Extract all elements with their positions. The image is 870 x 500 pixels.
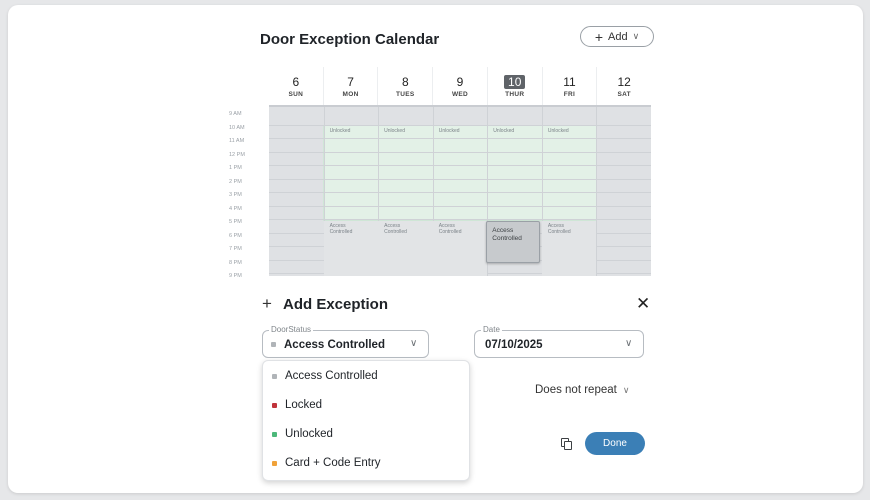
status-dot-icon — [272, 431, 277, 437]
date-field[interactable]: Date 07/10/2025 ∨ — [474, 325, 644, 358]
door-status-select[interactable]: DoorStatus Access Controlled ∨ — [262, 325, 429, 358]
day-name: FRI — [563, 90, 576, 98]
dropdown-option[interactable]: Card + Code Entry — [272, 457, 381, 469]
grid-line — [269, 124, 651, 126]
day-column-header[interactable]: 10 THUR — [486, 67, 542, 105]
day-number: 9 — [456, 74, 464, 89]
day-name: THUR — [505, 90, 525, 98]
day-name: SAT — [617, 90, 631, 98]
grid-line — [269, 138, 651, 139]
day-name: MON — [342, 90, 359, 98]
selected-event-label: Access Controlled — [492, 227, 522, 242]
door-status-value: Access Controlled — [284, 339, 385, 351]
unlocked-block[interactable] — [323, 125, 597, 221]
chevron-down-icon: ∨ — [622, 385, 630, 395]
day-column-header[interactable]: 11 FRI — [541, 67, 597, 105]
page-title: Door Exception Calendar — [260, 31, 440, 48]
hour-label: 8 PM — [229, 259, 242, 266]
date-label: Date — [481, 325, 502, 334]
hour-label: 9 AM — [229, 111, 242, 117]
grid-line — [269, 219, 651, 220]
door-status-value-wrap: Access Controlled — [271, 339, 385, 351]
dropdown-option[interactable]: Locked — [272, 399, 322, 411]
door-status-dropdown-menu: Access Controlled Locked Unlocked Card + Co… — [262, 360, 470, 481]
copy-icon[interactable] — [561, 438, 572, 450]
grid-line — [269, 165, 651, 166]
unlocked-event-label[interactable]: Unlocked — [493, 128, 514, 134]
access-controlled-event-label[interactable]: Access Controlled — [384, 223, 407, 235]
day-name: SUN — [288, 90, 304, 98]
access-controlled-event-label[interactable]: Access Controlled — [548, 223, 571, 235]
unlocked-event-label[interactable]: Unlocked — [384, 128, 405, 134]
hour-label: 9 PM — [229, 273, 242, 279]
hour-label: 5 PM — [229, 219, 242, 225]
date-value: 07/10/2025 — [485, 339, 543, 351]
day-name: WED — [451, 90, 469, 98]
calendar-header: 6 SUN 7 MON 8 TUES 9 WED 10 THUR 11 FRI 12 SAT — [269, 67, 651, 107]
close-icon[interactable]: ✕ — [636, 294, 650, 314]
hour-label: 7 PM — [229, 246, 242, 252]
hour-label: 4 PM — [229, 205, 242, 212]
add-exception-title: Add Exception — [283, 296, 389, 313]
dropdown-option[interactable]: Unlocked — [272, 428, 333, 440]
hour-label: 11 AM — [229, 138, 245, 144]
hour-label: 10 AM — [229, 124, 245, 131]
grid-line — [269, 151, 651, 153]
dropdown-option-label: Access Controlled — [285, 370, 378, 382]
day-name: TUES — [396, 90, 415, 98]
day-column-header[interactable]: 6 SUN — [269, 67, 323, 105]
door-status-label: DoorStatus — [269, 325, 314, 334]
calendar-grid[interactable]: Unlocked Access Controlled Unlocked Access Co… — [269, 107, 651, 276]
plus-icon: + — [262, 294, 272, 313]
day-column-header[interactable]: 7 MON — [322, 67, 378, 105]
day-column-header[interactable]: 12 SAT — [596, 67, 651, 105]
unlocked-event-label[interactable]: Unlocked — [330, 128, 351, 134]
hour-label: 1 PM — [229, 165, 242, 171]
day-number: 8 — [401, 74, 409, 89]
access-controlled-event-label[interactable]: Access Controlled — [439, 223, 462, 235]
hour-label: 2 PM — [229, 178, 242, 185]
hour-label: 3 PM — [229, 192, 242, 198]
grid-line — [269, 178, 651, 180]
day-number: 12 — [617, 74, 631, 89]
unlocked-event-label[interactable]: Unlocked — [548, 128, 569, 134]
day-column-header[interactable]: 9 WED — [432, 67, 487, 105]
day-number: 10 — [504, 74, 526, 89]
chevron-down-icon: ∨ — [625, 338, 633, 349]
grid-line — [269, 192, 651, 193]
plus-icon: + — [594, 28, 603, 45]
repeat-select[interactable]: Does not repeat ∨ — [535, 384, 629, 396]
unlocked-event-label[interactable]: Unlocked — [439, 128, 460, 134]
dropdown-option-label: Card + Code Entry — [285, 457, 381, 469]
selected-event[interactable]: Access Controlled — [486, 221, 541, 263]
repeat-value: Does not repeat — [535, 384, 617, 396]
done-button[interactable]: Done — [585, 432, 645, 455]
dropdown-option[interactable]: Access Controlled — [272, 370, 378, 382]
day-number: 7 — [347, 74, 354, 89]
grid-line — [269, 205, 651, 207]
chevron-down-icon: ∨ — [410, 338, 418, 349]
access-controlled-event-label[interactable]: Access Controlled — [330, 223, 353, 235]
chevron-down-icon: ∨ — [632, 31, 640, 41]
add-button-label: Add — [608, 30, 628, 43]
status-dot-icon — [271, 342, 276, 348]
day-number: 6 — [292, 74, 300, 89]
status-dot-icon — [272, 402, 277, 408]
day-number: 11 — [563, 74, 576, 89]
status-dot-icon — [272, 460, 277, 466]
calendar-panel: Door Exception Calendar + Add ∨ 6 SUN 7 MON… — [8, 5, 863, 493]
day-column-header[interactable]: 8 TUES — [377, 67, 432, 105]
hour-label: 6 PM — [229, 232, 242, 239]
status-dot-icon — [272, 373, 277, 379]
dropdown-option-label: Locked — [285, 399, 323, 411]
dropdown-option-label: Unlocked — [285, 428, 333, 440]
add-button[interactable]: + Add ∨ — [580, 26, 654, 47]
hour-label: 12 PM — [229, 151, 245, 158]
grid-column-line — [596, 107, 598, 276]
